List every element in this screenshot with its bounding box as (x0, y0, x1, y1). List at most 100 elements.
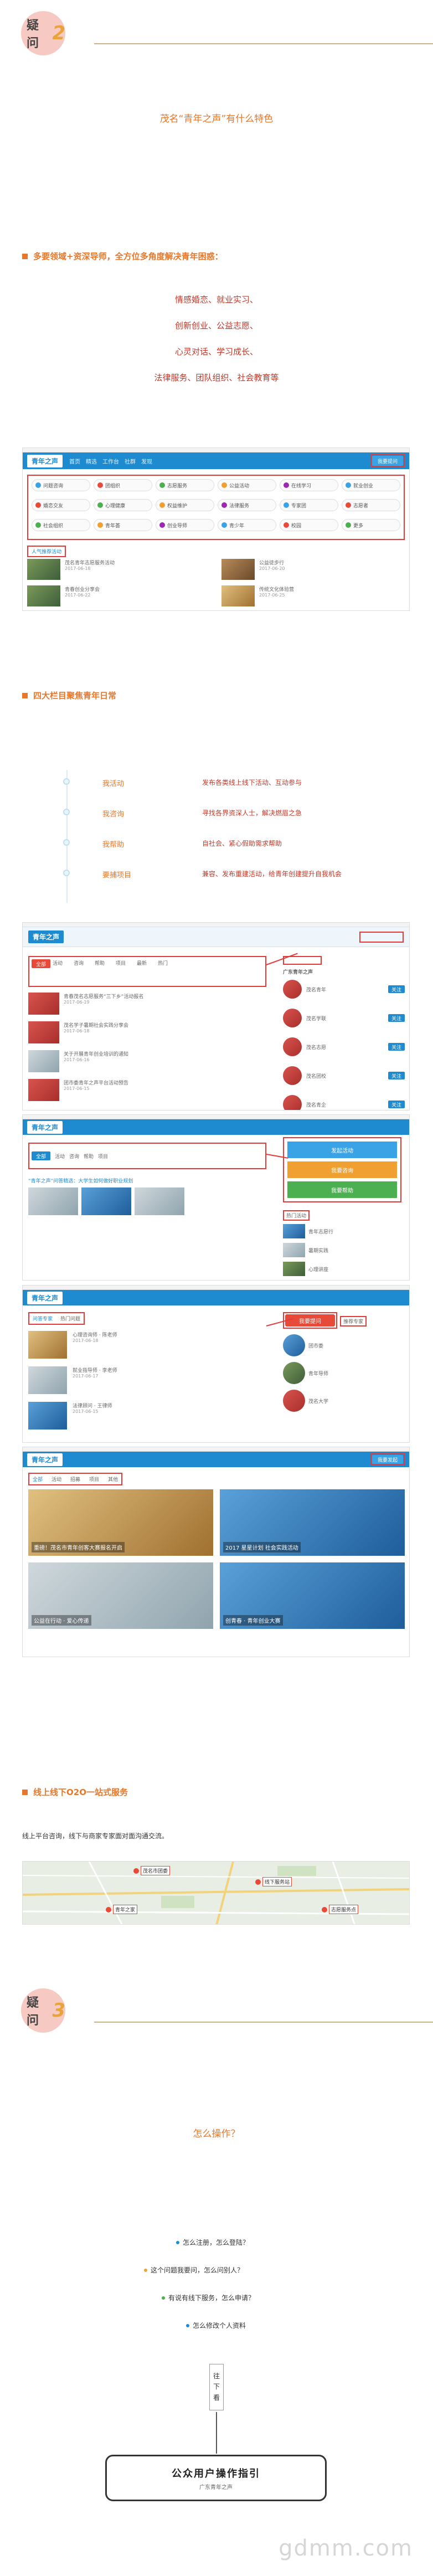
category-tile[interactable]: 心理健康 (94, 499, 152, 511)
sidebar-item[interactable]: 心理讲座 (283, 1262, 401, 1276)
filter-tab[interactable]: 项目 (116, 959, 135, 984)
sidebar-item[interactable]: 茂名志愿 关注 (283, 1037, 405, 1056)
launch-activity-button[interactable]: 发起活动 (287, 1142, 397, 1158)
section-title: 线上线下O2O一站式服务 (22, 1786, 128, 1798)
post-list: 青春茂名志愿服务“三下乡”活动报名 2017-06-19 茂名学子暑期社会实践分享… (28, 993, 266, 1101)
category-tile[interactable]: 法律服务 (218, 499, 276, 511)
sidebar-item[interactable]: 茂名团校 关注 (283, 1066, 405, 1085)
column-desc: 寻找各界资深人士，解决燃眉之急 (202, 809, 302, 817)
map-marker[interactable]: 志愿服务点 (322, 1905, 359, 1914)
sidebar-item[interactable]: 青年导师 (283, 1362, 401, 1384)
category-tile[interactable]: 专家团 (280, 499, 338, 511)
category-tile[interactable]: 婚恋交友 (32, 499, 90, 511)
category-tile[interactable]: 更多 (342, 519, 400, 531)
post-item[interactable]: 茂名学子暑期社会实践分享会 2017-06-18 (28, 1021, 266, 1043)
tab[interactable]: 项目 (89, 1475, 99, 1483)
tab[interactable]: 问答专家 (33, 1315, 53, 1322)
category-tile[interactable]: 公益活动 (218, 479, 276, 491)
activity-item[interactable]: 公益徒步行 2017-06-20 (221, 559, 405, 580)
tab[interactable]: 热门问题 (60, 1315, 80, 1322)
tab[interactable]: 其他 (108, 1475, 118, 1483)
category-grid: 问题咨询 团组织 志愿服务 公益活动 在线学习 就业创业 婚恋交友 心理健康 权… (27, 475, 405, 540)
sidebar-item[interactable]: 团市委 (283, 1334, 401, 1356)
nav-bar: 青年之声 首页 精选 工作台 社群 发现 我要提问 (23, 453, 409, 469)
tab[interactable]: 全部 (32, 1151, 50, 1160)
ask-button[interactable]: 我要提问 (372, 456, 403, 466)
nav-item[interactable]: 首页 (69, 457, 80, 465)
category-tile[interactable]: 权益维护 (156, 499, 214, 511)
watermark: gdmm.com (279, 2536, 413, 2561)
filter-tab[interactable]: 热门 (158, 959, 177, 984)
project-card[interactable]: 2017 星星计划 社会实践活动 (220, 1489, 405, 1556)
column-desc: 兼容、发布重建活动，给青年创建提升自我机会 (202, 870, 342, 878)
faq-item: 这个问题我要问，怎么问别人？ (144, 2265, 244, 2275)
tab[interactable]: 活动 (55, 1153, 65, 1160)
guide-banner[interactable]: 公众用户操作指引 广东青年之声 (105, 2455, 327, 2501)
category-tile[interactable]: 团组织 (94, 479, 152, 491)
question-number: 2 (52, 22, 65, 44)
sidebar: 热门活动 青年志愿行 暑期实践 心理讲座 (283, 1209, 401, 1276)
project-card[interactable]: 重磅！茂名市青年创客大赛报名开启 (28, 1489, 213, 1556)
sidebar-item[interactable]: 青年志愿行 (283, 1224, 401, 1238)
category-tile[interactable]: 在线学习 (280, 479, 338, 491)
help-button[interactable]: 我要帮助 (287, 1181, 397, 1198)
activity-item[interactable]: 茂名青年志愿服务活动 2017-06-18 (27, 559, 210, 580)
category-tile[interactable]: 志愿者 (342, 499, 400, 511)
category-tile[interactable]: 青年荟 (94, 519, 152, 531)
post-item[interactable]: 关于开展青年创业培训的通知 2017-06-16 (28, 1050, 266, 1072)
category-tile[interactable]: 就业创业 (342, 479, 400, 491)
tab[interactable]: 招募 (70, 1475, 80, 1483)
question-3-header: 疑问 3 (21, 1988, 65, 2033)
sidebar-item[interactable]: 茂名青企 关注 (283, 1095, 405, 1110)
nav-item[interactable]: 工作台 (102, 457, 119, 465)
map-marker[interactable]: 线下服务站 (255, 1877, 292, 1886)
category-tile[interactable]: 青少年 (218, 519, 276, 531)
category-tile[interactable]: 社会组织 (32, 519, 90, 531)
post-item[interactable]: “青年之声”问答精选：大学生如何做好职业规划 (28, 1177, 266, 1215)
filter-tab[interactable]: 咨询 (74, 959, 92, 984)
expert-list: 心理咨询师 · 陈老师 2017-06-18 就业指导师 · 李老师 2017-06… (28, 1331, 266, 1430)
filter-tab[interactable]: 最新 (137, 959, 156, 984)
category-tile[interactable]: 志愿服务 (156, 479, 214, 491)
activity-item[interactable]: 传统文化体验营 2017-06-25 (221, 585, 405, 606)
feature-line: 心灵对话、学习成长、 (174, 347, 258, 357)
map-marker[interactable]: 茂名市团委 (133, 1866, 171, 1875)
expert-item[interactable]: 就业指导师 · 李老师 2017-06-17 (28, 1366, 266, 1394)
question-badge: 疑问 2 (21, 11, 65, 55)
nav-item[interactable]: 社群 (125, 457, 136, 465)
sidebar-item[interactable]: 茂名学联 关注 (283, 1009, 405, 1027)
consult-button[interactable]: 我要咨询 (287, 1161, 397, 1178)
ask-button[interactable]: 我要提问 (285, 1314, 335, 1326)
tab[interactable]: 项目 (98, 1153, 108, 1160)
faq-item: 怎么修改个人资料 (186, 2321, 246, 2330)
tab[interactable]: 咨询 (69, 1153, 79, 1160)
category-tile[interactable]: 问题咨询 (32, 479, 90, 491)
map[interactable]: 茂名市团委 线下服务站 青年之家 志愿服务点 (22, 1861, 410, 1925)
section-title-text: 线上线下O2O一站式服务 (33, 1787, 128, 1797)
tab[interactable]: 全部 (33, 1475, 43, 1483)
tab[interactable]: 活动 (51, 1475, 61, 1483)
expert-item[interactable]: 心理咨询师 · 陈老师 2017-06-18 (28, 1331, 266, 1359)
map-marker[interactable]: 青年之家 (106, 1905, 138, 1914)
filter-tab[interactable]: 活动 (53, 959, 71, 984)
filter-tab[interactable]: 全部 (32, 959, 50, 968)
project-card[interactable]: 公益在行动 · 爱心传递 (28, 1562, 213, 1629)
question-number: 3 (52, 1999, 65, 2022)
sidebar-item[interactable]: 茂名大学 (283, 1390, 401, 1412)
project-card[interactable]: 创青春 · 青年创业大赛 (220, 1562, 405, 1629)
nav-item[interactable]: 发现 (141, 457, 152, 465)
post-item[interactable]: 团市委青年之声平台活动预告 2017-06-15 (28, 1079, 266, 1101)
launch-button[interactable]: 我要发起 (372, 1455, 403, 1464)
filter-tab[interactable]: 帮助 (95, 959, 114, 984)
category-tile[interactable]: 校园 (280, 519, 338, 531)
sidebar-item[interactable]: 茂名青年 关注 (283, 980, 405, 999)
sidebar-item[interactable]: 暑期实践 (283, 1243, 401, 1257)
activity-item[interactable]: 青春创业分享会 2017-06-22 (27, 585, 210, 606)
tab[interactable]: 帮助 (84, 1153, 94, 1160)
action-buttons: 发起活动 我要咨询 我要帮助 (283, 1137, 401, 1202)
expert-item[interactable]: 法律顾问 · 王律师 2017-06-15 (28, 1402, 266, 1430)
filter-box: 全部 活动 咨询 帮助 项目 最新 热门 (28, 956, 266, 987)
post-item[interactable]: 青春茂名志愿服务“三下乡”活动报名 2017-06-19 (28, 993, 266, 1015)
category-tile[interactable]: 创业导师 (156, 519, 214, 531)
nav-item[interactable]: 精选 (86, 457, 97, 465)
